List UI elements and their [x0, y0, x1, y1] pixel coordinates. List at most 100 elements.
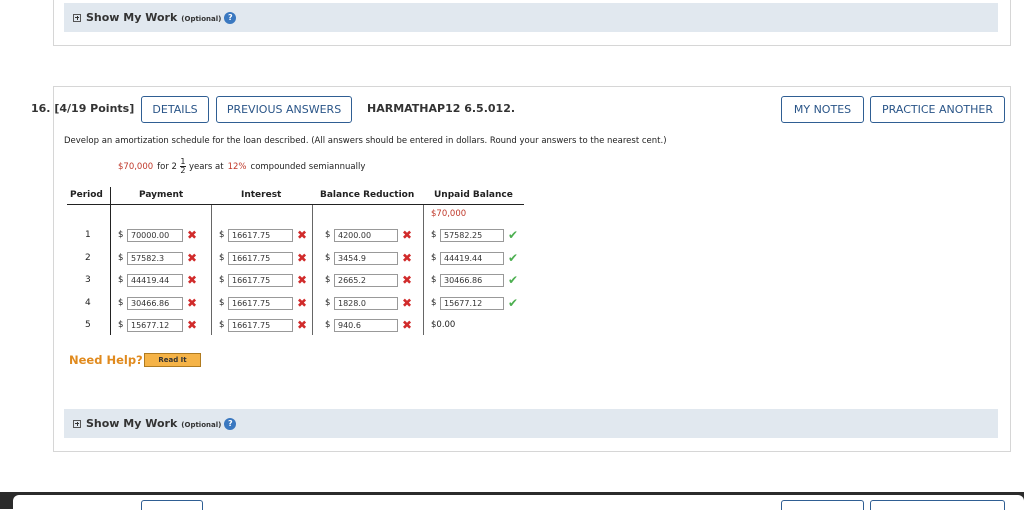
currency-symbol: $: [118, 230, 124, 240]
optional-label: (Optional): [181, 420, 222, 429]
currency-symbol: $: [219, 230, 225, 240]
currency-symbol: $: [219, 320, 225, 330]
final-balance-value: $0.00: [431, 320, 456, 330]
question-id: HARMATHAP12 6.5.012.: [367, 102, 516, 115]
balance-reduction-input[interactable]: 940.6: [334, 318, 398, 332]
unpaid-balance-input[interactable]: 30466.86: [440, 273, 504, 287]
currency-symbol: $: [431, 275, 437, 285]
period-cell: 3: [85, 275, 91, 285]
column-separator: [312, 205, 313, 335]
period-cell: 4: [85, 298, 91, 308]
payment-input[interactable]: 44419.44: [127, 273, 183, 287]
interest-input[interactable]: 16617.75: [228, 318, 293, 332]
fraction-denominator: 2: [180, 166, 186, 175]
help-question-icon[interactable]: ?: [224, 417, 237, 430]
currency-symbol: $: [219, 298, 225, 308]
header-unpaid-balance: Unpaid Balance: [434, 190, 513, 200]
show-my-work-bar[interactable]: Show My Work (Optional) ?: [64, 409, 998, 438]
correct-icon: ✔: [508, 273, 519, 287]
incorrect-icon: ✖: [402, 296, 413, 310]
currency-symbol: $: [325, 230, 331, 240]
balance-reduction-input[interactable]: 4200.00: [334, 228, 398, 242]
interest-input[interactable]: 16617.75: [228, 251, 293, 265]
incorrect-icon: ✖: [187, 251, 198, 265]
expand-icon[interactable]: [73, 13, 81, 22]
interest-cell: $ 16617.75 ✖: [219, 228, 307, 242]
payment-cell: $ 44419.44 ✖: [118, 273, 197, 287]
payment-cell: $ 30466.86 ✖: [118, 296, 197, 310]
unpaid-balance-cell: $ 57582.25 ✔: [431, 228, 518, 242]
loan-fraction: 1 2: [179, 158, 186, 175]
currency-symbol: $: [118, 320, 124, 330]
balance-reduction-cell: $ 2665.2 ✖: [325, 273, 412, 287]
correct-icon: ✔: [508, 296, 519, 310]
loan-for-text: for 2: [157, 161, 177, 172]
payment-input[interactable]: 30466.86: [127, 296, 183, 310]
unpaid-balance-input[interactable]: 44419.44: [440, 251, 504, 265]
unpaid-balance-input[interactable]: 57582.25: [440, 228, 504, 242]
practice-another-button[interactable]: PRACTICE ANOTHER: [870, 96, 1005, 123]
incorrect-icon: ✖: [297, 318, 308, 332]
instructions-text: Develop an amortization schedule for the…: [64, 136, 667, 146]
balance-reduction-input[interactable]: 2665.2: [334, 273, 398, 287]
currency-symbol: $: [219, 275, 225, 285]
interest-input[interactable]: 16617.75: [228, 228, 293, 242]
incorrect-icon: ✖: [402, 318, 413, 332]
balance-reduction-input[interactable]: 1828.0: [334, 296, 398, 310]
read-it-button[interactable]: Read It: [144, 353, 201, 367]
header-balance-reduction: Balance Reduction: [320, 190, 415, 200]
currency-symbol: $: [431, 230, 437, 240]
interest-input[interactable]: 16617.75: [228, 273, 293, 287]
interest-input[interactable]: 16617.75: [228, 296, 293, 310]
question-number: 16.: [31, 102, 51, 115]
payment-input[interactable]: 70000.00: [127, 228, 183, 242]
initial-unpaid-balance: $70,000: [431, 209, 466, 219]
unpaid-balance-cell: $ 30466.86 ✔: [431, 273, 518, 287]
incorrect-icon: ✖: [187, 228, 198, 242]
currency-symbol: $: [431, 298, 437, 308]
incorrect-icon: ✖: [297, 296, 308, 310]
interest-cell: $ 16617.75 ✖: [219, 318, 307, 332]
previous-answers-button[interactable]: PREVIOUS ANSWERS: [216, 96, 352, 123]
unpaid-balance-cell: $ 44419.44 ✔: [431, 251, 518, 265]
show-my-work-bar-top[interactable]: Show My Work (Optional) ?: [64, 3, 998, 32]
my-notes-button[interactable]: MY NOTES: [781, 96, 864, 123]
incorrect-icon: ✖: [187, 296, 198, 310]
incorrect-icon: ✖: [402, 273, 413, 287]
table-divider-vertical: [110, 187, 111, 335]
period-cell: 1: [85, 230, 91, 240]
currency-symbol: $: [325, 298, 331, 308]
expand-icon[interactable]: [73, 419, 81, 428]
balance-reduction-input[interactable]: 3454.9: [334, 251, 398, 265]
balance-reduction-cell: $ 4200.00 ✖: [325, 228, 412, 242]
currency-symbol: $: [325, 275, 331, 285]
help-question-icon[interactable]: ?: [224, 11, 237, 24]
payment-input[interactable]: 15677.12: [127, 318, 183, 332]
correct-icon: ✔: [508, 228, 519, 242]
loan-description: $70,000 for 2 1 2 years at 12% compounde…: [118, 158, 365, 175]
optional-label: (Optional): [181, 14, 222, 23]
currency-symbol: $: [118, 253, 124, 263]
table-divider-horizontal: [67, 204, 524, 205]
currency-symbol: $: [118, 275, 124, 285]
show-my-work-label: Show My Work: [86, 417, 178, 430]
currency-symbol: $: [325, 253, 331, 263]
period-cell: 5: [85, 320, 91, 330]
header-interest: Interest: [241, 190, 282, 200]
currency-symbol: $: [431, 253, 437, 263]
incorrect-icon: ✖: [187, 273, 198, 287]
unpaid-balance-final: $0.00: [431, 320, 455, 330]
incorrect-icon: ✖: [187, 318, 198, 332]
column-separator: [423, 205, 424, 335]
unpaid-balance-input[interactable]: 15677.12: [440, 296, 504, 310]
interest-cell: $ 16617.75 ✖: [219, 273, 307, 287]
show-my-work-label: Show My Work: [86, 11, 178, 24]
incorrect-icon: ✖: [402, 251, 413, 265]
details-button[interactable]: DETAILS: [141, 96, 209, 123]
initial-balance-value: $70,000: [431, 209, 467, 219]
currency-symbol: $: [118, 298, 124, 308]
payment-input[interactable]: 57582.3: [127, 251, 183, 265]
currency-symbol: $: [325, 320, 331, 330]
correct-icon: ✔: [508, 251, 519, 265]
question-header: 16. [4/19 Points]: [31, 102, 134, 115]
